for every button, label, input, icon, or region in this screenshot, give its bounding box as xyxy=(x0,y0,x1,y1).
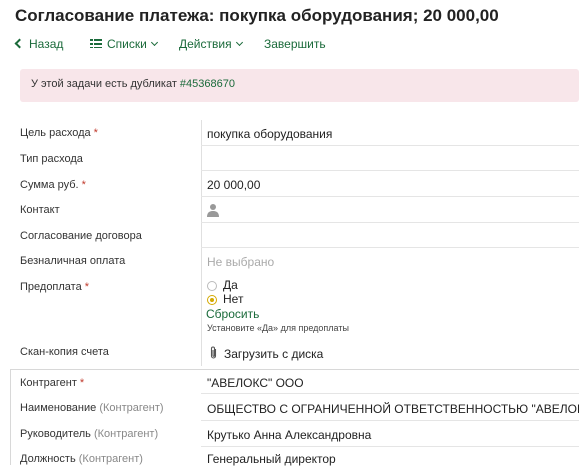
counterparty-name-value: ОБЩЕСТВО С ОГРАНИЧЕННОЙ ОТВЕТСТВЕННОСТЬЮ… xyxy=(207,402,579,416)
expense-type-label: Тип расхода xyxy=(20,153,83,165)
duplicate-link[interactable]: #45368670 xyxy=(180,78,235,90)
paperclip-icon xyxy=(210,346,217,359)
counterparty-head-value: Крутько Анна Александровна xyxy=(207,428,372,442)
lists-label: Списки xyxy=(107,37,147,51)
duplicate-alert: У этой задачи есть дубликат #45368670 xyxy=(20,69,579,102)
back-button[interactable]: Назад xyxy=(14,37,64,51)
scan-label: Скан-копия счета xyxy=(20,346,109,358)
toolbar: Назад Списки Действия Завершить xyxy=(0,34,579,56)
contact-label: Контакт xyxy=(20,204,60,216)
prepay-no-label[interactable]: Нет xyxy=(223,292,243,306)
row-divider xyxy=(201,196,579,197)
prepay-hint: Установите «Да» для предоплаты xyxy=(207,323,349,333)
counterparty-label: Контрагент * xyxy=(20,377,85,389)
row-divider xyxy=(201,170,579,171)
page-title: Согласование платежа: покупка оборудован… xyxy=(15,6,499,25)
prepay-yes-radio[interactable] xyxy=(207,281,217,291)
chevron-down-icon xyxy=(235,38,243,47)
lists-menu[interactable]: Списки xyxy=(90,37,158,51)
counterparty-head-label: Руководитель (Контрагент) xyxy=(20,428,159,440)
upload-from-disk-button[interactable]: Загрузить с диска xyxy=(224,347,323,361)
prepay-no-radio[interactable] xyxy=(207,295,217,305)
prepay-label: Предоплата * xyxy=(20,281,90,293)
purpose-label: Цель расхода * xyxy=(20,127,98,139)
amount-field[interactable]: 20 000,00 xyxy=(207,178,260,192)
row-divider xyxy=(201,145,579,146)
back-label: Назад xyxy=(29,37,64,51)
counterparty-position-label: Должность (Контрагент) xyxy=(20,453,143,465)
alert-text: У этой задачи есть дубликат xyxy=(31,78,177,90)
row-divider xyxy=(201,393,579,394)
finish-button[interactable]: Завершить xyxy=(264,37,326,51)
prepay-yes-label[interactable]: Да xyxy=(223,278,238,292)
person-icon[interactable] xyxy=(207,203,219,217)
back-arrow-icon xyxy=(14,38,25,49)
counterparty-field[interactable]: "АВЕЛОКС" ООО xyxy=(207,376,304,390)
amount-label: Сумма руб. * xyxy=(20,179,86,191)
list-icon xyxy=(90,39,102,48)
contract-approval-field[interactable] xyxy=(207,230,577,244)
counterparty-position-value: Генеральный директор xyxy=(207,452,336,466)
row-divider xyxy=(201,222,579,223)
prepay-reset-link[interactable]: Сбросить xyxy=(206,307,259,321)
contract-approval-label: Согласование договора xyxy=(20,230,142,242)
expense-type-field[interactable] xyxy=(207,153,577,167)
column-divider xyxy=(201,120,202,366)
cashless-label: Безналичная оплата xyxy=(20,255,126,267)
counterparty-name-label: Наименование (Контрагент) xyxy=(20,402,164,414)
actions-menu[interactable]: Действия xyxy=(179,37,243,51)
row-divider xyxy=(201,446,579,447)
row-divider xyxy=(201,247,579,248)
purpose-field[interactable]: покупка оборудования xyxy=(207,127,332,141)
chevron-down-icon xyxy=(150,38,158,47)
row-divider xyxy=(201,420,579,421)
cashless-select[interactable]: Не выбрано xyxy=(207,255,274,269)
actions-label: Действия xyxy=(179,37,232,51)
